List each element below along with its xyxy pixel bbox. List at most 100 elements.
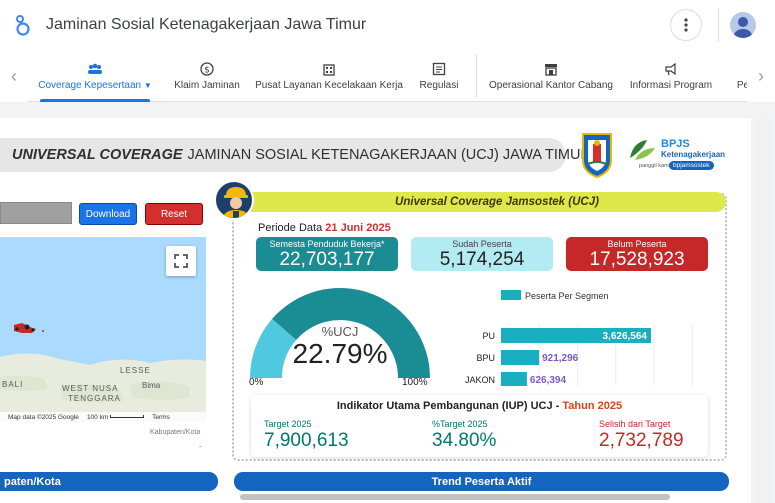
tabs-scroll-right-button[interactable]: › — [747, 50, 775, 102]
iup-title-text: Indikator Utama Pembangunan (IUP) UCJ - — [336, 400, 560, 412]
chevron-right-icon: › — [758, 65, 764, 86]
segment-bar — [501, 350, 540, 365]
tab-label: Pusat Layanan Kecelakaan Kerja — [255, 79, 403, 91]
tab-pusat-layanan[interactable]: Pusat Layanan Kecelakaan Kerja — [255, 50, 403, 102]
bpjs-sub-text: Ketenagakerjaan — [661, 150, 726, 159]
kpi-label: Sudah Peserta — [452, 238, 512, 249]
iup-selisih-label: Selisih dari Target — [599, 419, 671, 429]
iup-selisih-value: 2,732,789 — [599, 430, 684, 451]
tab-coverage-kepesertaan[interactable]: Coverage Kepesertaan ▼ — [38, 50, 152, 102]
megaphone-icon — [663, 62, 679, 76]
chevron-left-icon: ‹ — [11, 65, 17, 86]
dollar-circle-icon: $ — [199, 61, 215, 76]
account-avatar[interactable] — [730, 12, 756, 38]
app-header: Jaminan Sosial Ketenagakerjaan Jawa Timu… — [0, 0, 775, 50]
building-icon — [321, 62, 337, 76]
category-label: PU — [482, 331, 495, 341]
data-label: 626,394 — [530, 375, 567, 386]
kabupaten-value: - — [199, 442, 202, 451]
app-title: Jaminan Sosial Ketenagakerjaan Jawa Timu… — [46, 16, 367, 33]
kpi-value: 22,703,177 — [279, 248, 375, 270]
chevron-down-icon: ▼ — [143, 80, 152, 90]
header-divider — [718, 8, 719, 42]
page-tabs: Coverage Kepesertaan ▼ $ Klaim Jaminan P… — [0, 50, 775, 102]
map-label-bali: BALI — [2, 380, 24, 389]
map-fullscreen-button[interactable] — [166, 246, 196, 276]
periode-date: 21 Juni 2025 — [325, 222, 391, 234]
section-header-trend: Trend Peserta Aktif — [234, 472, 729, 491]
fullscreen-icon — [174, 254, 188, 268]
map-attribution: Map data ©2025 Google 100 km Terms — [0, 412, 206, 422]
map-label-tenggara: TENGGARA — [68, 394, 121, 403]
kpi-value: 17,528,923 — [589, 248, 685, 270]
active-tab-indicator — [40, 99, 150, 102]
iup-selisih: Selisih dari Target 2,732,789 — [599, 419, 684, 452]
iup-target: Target 2025 7,900,613 — [264, 419, 349, 452]
legend-swatch — [501, 290, 521, 300]
gauge-min-label: 0% — [249, 377, 264, 388]
tabs-scroll-left-button[interactable]: ‹ — [0, 50, 28, 102]
kpi-sudah-peserta: Sudah Peserta 5,174,254 — [411, 237, 553, 271]
filter-control[interactable] — [0, 202, 72, 224]
bpjs-tag: bpjamsostek — [669, 161, 714, 170]
report-title-italic: UNIVERSAL COVERAGE — [12, 147, 183, 163]
category-label: JAKON — [465, 375, 495, 385]
tab-label: Operasional Kantor Cabang — [489, 79, 613, 91]
reset-button[interactable]: Reset — [145, 203, 203, 225]
worker-avatar-icon — [214, 180, 254, 220]
vertical-scrollbar[interactable] — [757, 118, 771, 503]
looker-studio-logo[interactable] — [13, 14, 33, 36]
kpi-belum-peserta: Belum Peserta 17,528,923 — [566, 237, 708, 271]
map-data-credit: Map data ©2025 Google — [8, 413, 79, 421]
gauge-label: %UCJ — [321, 324, 359, 339]
tab-label: Regulasi — [419, 79, 459, 91]
iup-card: Indikator Utama Pembangunan (IUP) UCJ - … — [251, 395, 708, 457]
tab-label: Klaim Jaminan — [174, 79, 240, 91]
segment-bar-chart: Peserta Per Segmen PU 3,626,564 BPU 921,296 J… — [465, 290, 693, 386]
map-view[interactable]: BALI WEST NUSA TENGGARA LESSE Bima + − — [0, 237, 206, 422]
kpi-value: 5,174,254 — [439, 248, 525, 270]
tab-regulasi[interactable]: Regulasi — [414, 50, 464, 102]
tab-informasi-program[interactable]: Informasi Program — [628, 50, 714, 102]
iup-target-value: 7,900,613 — [264, 430, 349, 451]
periode-label: Periode Data — [258, 222, 323, 234]
tab-label: Informasi Program — [629, 79, 713, 91]
iup-title: Indikator Utama Pembangunan (IUP) UCJ - … — [251, 400, 708, 412]
horizontal-scrollbar[interactable] — [240, 494, 670, 500]
gauge-max-label: 100% — [402, 377, 428, 388]
kebab-menu-icon — [684, 18, 688, 32]
bpjs-brand-text: BPJS — [661, 138, 690, 150]
bpjs-tagline: panggil kami — [639, 163, 670, 169]
periode-data: Periode Data 21 Juni 2025 — [258, 222, 391, 234]
map-label-lesser: LESSE — [120, 366, 151, 375]
section-header-kabupaten: paten/Kota — [0, 472, 218, 491]
iup-year: Tahun 2025 — [562, 400, 623, 412]
category-label: BPU — [476, 353, 495, 363]
map-label-bima: Bima — [142, 381, 161, 390]
people-icon — [87, 62, 103, 76]
legend-label: Peserta Per Segmen — [525, 291, 609, 301]
jawa-timur-crest-logo — [582, 133, 612, 178]
bpjs-ketenagakerjaan-logo: BPJS Ketenagakerjaan panggil kami bpjams… — [627, 136, 737, 176]
document-icon — [431, 62, 447, 76]
tab-divider — [476, 54, 477, 98]
user-icon — [734, 17, 752, 38]
ucj-panel-header: Universal Coverage Jamsostek (UCJ) — [238, 192, 726, 212]
map-terms-link[interactable]: Terms — [152, 414, 170, 421]
kabupaten-label: Kabupaten/Kota — [150, 429, 201, 436]
report-canvas: UNIVERSAL COVERAGE JAMINAN SOSIAL KETENA… — [0, 118, 751, 503]
report-title-rest: JAMINAN SOSIAL KETENAGAKERJAAN (UCJ) JAW… — [187, 147, 591, 163]
tab-operasional-kantor[interactable]: Operasional Kantor Cabang — [489, 50, 613, 102]
report-title: UNIVERSAL COVERAGE JAMINAN SOSIAL KETENA… — [0, 138, 591, 172]
iup-target-label: Target 2025 — [264, 419, 312, 429]
store-icon — [543, 62, 559, 76]
segment-bar — [501, 372, 527, 386]
kpi-label: Belum Peserta — [607, 238, 667, 249]
data-label: 921,296 — [542, 353, 579, 364]
more-options-button[interactable] — [670, 9, 702, 41]
download-button[interactable]: Download — [79, 203, 137, 225]
tab-klaim-jaminan[interactable]: $ Klaim Jaminan — [170, 50, 244, 102]
bpjs-leaf-icon — [630, 140, 655, 160]
iup-pct-target-value: 34.80% — [432, 430, 497, 451]
map-label-west-nusa: WEST NUSA — [62, 384, 119, 393]
